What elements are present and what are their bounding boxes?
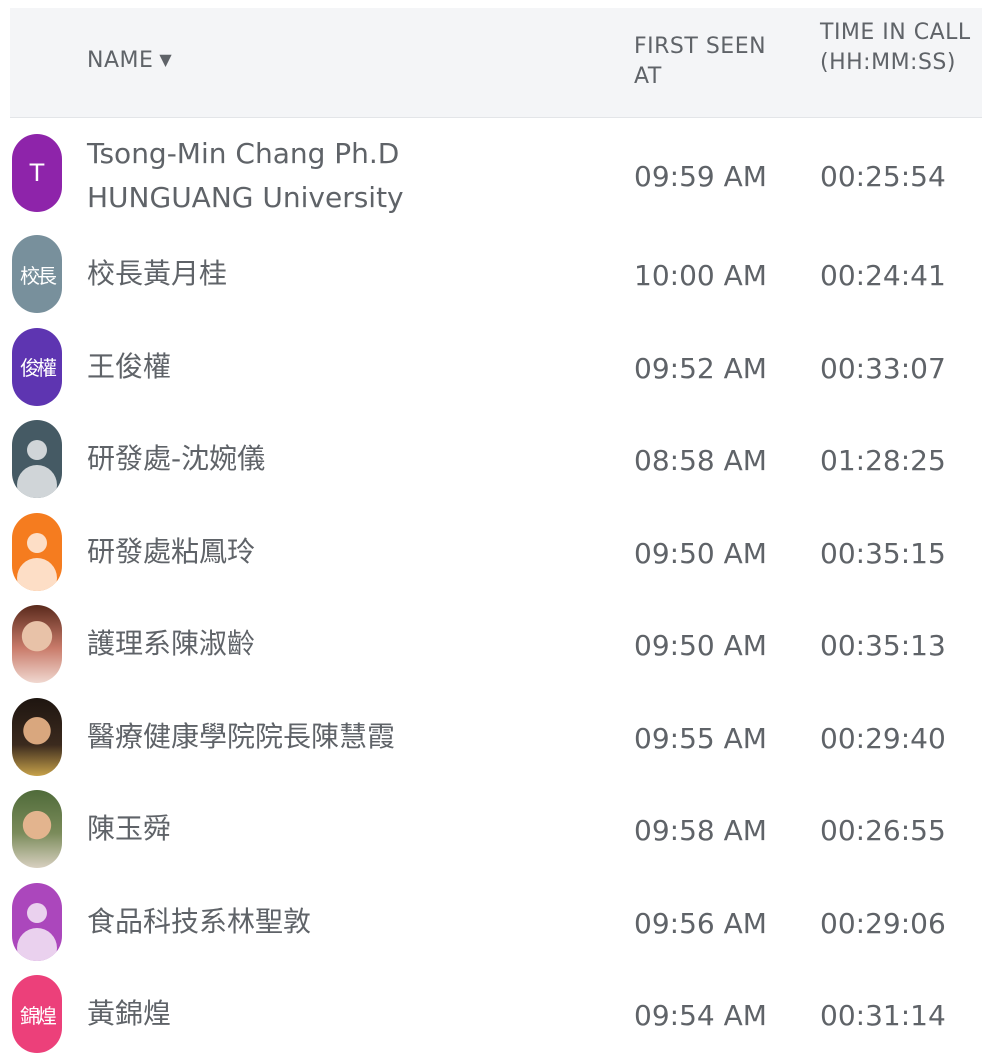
participants-table: NAME ▼ FIRST SEEN AT TIME IN CALL (HH:MM:… bbox=[10, 8, 982, 1061]
first-seen-time: 09:50 AM bbox=[634, 536, 767, 570]
time-in-call: 00:24:41 bbox=[820, 259, 946, 292]
participant-name: 陳玉舜 bbox=[87, 812, 172, 845]
avatar bbox=[12, 882, 62, 961]
participant-name: 黃錦煌 bbox=[87, 997, 172, 1030]
table-row[interactable]: 陳玉舜 09:58 AM 00:26:55 bbox=[10, 783, 982, 876]
first-seen-time: 09:56 AM bbox=[634, 906, 767, 940]
time-in-call: 01:28:25 bbox=[820, 444, 946, 477]
time-in-call: 00:35:15 bbox=[820, 536, 946, 570]
avatar-initials: T bbox=[29, 159, 45, 187]
time-in-call: 00:33:07 bbox=[820, 351, 946, 385]
first-seen-time: 09:59 AM bbox=[634, 160, 767, 193]
table-row[interactable]: 醫療健康學院院長陳慧霞 09:55 AM 00:29:40 bbox=[10, 691, 982, 784]
avatar-photo bbox=[12, 697, 62, 776]
person-icon bbox=[12, 883, 62, 961]
table-row[interactable]: 食品科技系林聖敦 09:56 AM 00:29:06 bbox=[10, 876, 982, 969]
table-row[interactable]: 俊權 王俊權 09:52 AM 00:33:07 bbox=[10, 321, 982, 414]
avatar: T bbox=[12, 134, 62, 212]
first-seen-column-header[interactable]: FIRST SEEN AT bbox=[634, 32, 784, 92]
name-column-label: NAME bbox=[87, 48, 154, 73]
time-in-call: 00:26:55 bbox=[820, 814, 946, 847]
first-seen-time: 09:58 AM bbox=[634, 814, 767, 847]
time-in-call: 00:29:40 bbox=[820, 721, 946, 755]
avatar-photo bbox=[12, 605, 62, 683]
avatar-photo bbox=[12, 790, 62, 868]
time-in-call: 00:35:13 bbox=[820, 629, 946, 662]
participant-name-line2: HUNGUANG University bbox=[87, 181, 404, 214]
person-icon bbox=[12, 420, 62, 498]
table-row[interactable]: 研發處粘鳳玲 09:50 AM 00:35:15 bbox=[10, 506, 982, 599]
avatar bbox=[12, 512, 62, 591]
first-seen-time: 08:58 AM bbox=[634, 444, 767, 477]
time-in-call: 00:29:06 bbox=[820, 906, 946, 940]
table-header: NAME ▼ FIRST SEEN AT TIME IN CALL (HH:MM:… bbox=[10, 8, 982, 118]
avatar: 俊權 bbox=[12, 327, 62, 406]
first-seen-time: 09:50 AM bbox=[634, 629, 767, 662]
participant-name: 校長黃月桂 bbox=[87, 257, 228, 290]
table-row[interactable]: 校長 校長黃月桂 10:00 AM 00:24:41 bbox=[10, 228, 982, 321]
participant-name: 護理系陳淑齡 bbox=[87, 627, 256, 660]
avatar-initials: 錦煌 bbox=[20, 1003, 57, 1028]
first-seen-time: 09:54 AM bbox=[634, 999, 767, 1032]
avatar: 校長 bbox=[12, 235, 62, 313]
avatar-initials: 校長 bbox=[20, 263, 57, 288]
avatar: 錦煌 bbox=[12, 975, 62, 1053]
sort-descending-icon[interactable]: ▼ bbox=[159, 50, 172, 69]
first-seen-time: 10:00 AM bbox=[634, 259, 767, 292]
participant-name: 王俊權 bbox=[87, 349, 172, 383]
table-row[interactable]: 護理系陳淑齡 09:50 AM 00:35:13 bbox=[10, 598, 982, 691]
table-row[interactable]: T Tsong-Min Chang Ph.D HUNGUANG Universi… bbox=[10, 118, 982, 228]
table-row[interactable]: 研發處-沈婉儀 08:58 AM 01:28:25 bbox=[10, 413, 982, 506]
first-seen-time: 09:52 AM bbox=[634, 351, 767, 385]
person-icon bbox=[12, 513, 62, 591]
participant-name: 食品科技系林聖敦 bbox=[87, 904, 312, 938]
table-row[interactable]: 錦煌 黃錦煌 09:54 AM 00:31:14 bbox=[10, 968, 982, 1061]
table-body: T Tsong-Min Chang Ph.D HUNGUANG Universi… bbox=[10, 118, 982, 1061]
participant-name: 研發處粘鳳玲 bbox=[87, 534, 256, 568]
participant-name-line1: Tsong-Min Chang Ph.D bbox=[87, 137, 400, 170]
avatar bbox=[12, 420, 62, 498]
name-column-header[interactable]: NAME ▼ bbox=[87, 48, 172, 73]
avatar-initials: 俊權 bbox=[20, 356, 57, 380]
participant-name: 研發處-沈婉儀 bbox=[87, 442, 266, 475]
time-in-call: 00:25:54 bbox=[820, 160, 946, 193]
time-in-call: 00:31:14 bbox=[820, 999, 946, 1032]
time-in-call-column-header[interactable]: TIME IN CALL (HH:MM:SS) bbox=[820, 18, 980, 78]
participant-name: Tsong-Min Chang Ph.D HUNGUANG University bbox=[87, 132, 404, 220]
participant-name: 醫療健康學院院長陳慧霞 bbox=[87, 719, 396, 753]
first-seen-time: 09:55 AM bbox=[634, 721, 767, 755]
